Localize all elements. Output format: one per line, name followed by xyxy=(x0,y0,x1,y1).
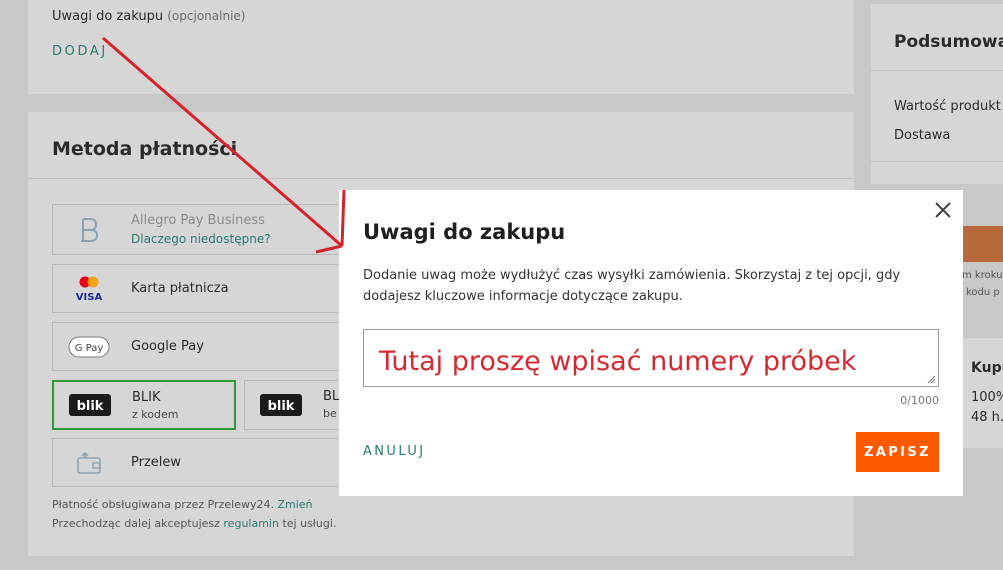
payment-option-sub: z kodem xyxy=(132,408,179,421)
summary-title: Podsumowa xyxy=(894,32,1003,52)
svg-text:G Pay: G Pay xyxy=(75,343,104,354)
allegro-pay-icon xyxy=(67,216,111,244)
divider xyxy=(28,178,854,179)
summary-card: Podsumowa Wartość produkt Dostawa xyxy=(871,4,1003,184)
divider xyxy=(871,161,1003,162)
summary-note-line1: m kroku xyxy=(962,270,1003,281)
guarantee-title: Kupu xyxy=(971,360,1003,376)
summary-products-value: Wartość produkt xyxy=(894,99,1001,114)
why-unavailable-link[interactable]: Dlaczego niedostępne? xyxy=(131,232,271,246)
summary-note-line2: kodu p xyxy=(966,287,1000,298)
guarantee-line2: 48 h. xyxy=(971,410,1003,425)
char-counter: 0/1000 xyxy=(900,394,939,407)
wallet-icon xyxy=(67,449,111,477)
payment-option-sub: be xyxy=(323,407,337,420)
save-button[interactable]: ZAPISZ xyxy=(856,432,939,472)
cancel-button[interactable]: ANULUJ xyxy=(363,444,425,459)
payment-option-label: Allegro Pay Business xyxy=(131,213,265,228)
notes-card: Uwagi do zakupu (opcjonalnie) DODAJ xyxy=(28,0,854,94)
notes-textarea-value: Tutaj proszę wpisać numery próbek xyxy=(379,346,857,377)
payment-provider-note: Płatność obsługiwana przez Przelewy24. Z… xyxy=(52,498,313,511)
terms-link[interactable]: regulamin xyxy=(223,517,279,530)
notes-dialog: Uwagi do zakupu Dodanie uwag może wydłuż… xyxy=(339,190,963,496)
notes-label: Uwagi do zakupu (opcjonalnie) xyxy=(52,9,246,24)
payment-option-label: Przelew xyxy=(131,455,182,470)
dialog-title: Uwagi do zakupu xyxy=(363,220,566,244)
notes-textarea[interactable]: Tutaj proszę wpisać numery próbek xyxy=(363,329,939,387)
divider xyxy=(871,70,1003,71)
svg-text:blik: blik xyxy=(77,399,104,414)
guarantee-card: Kupu 100% 48 h. xyxy=(963,338,1003,448)
svg-text:VISA: VISA xyxy=(76,292,103,303)
payment-option-label: BL xyxy=(323,389,340,404)
svg-text:blik: blik xyxy=(268,399,295,414)
blik-icon: blik xyxy=(68,391,112,419)
blik-icon: blik xyxy=(259,391,303,419)
payment-option-label: BLIK xyxy=(132,390,161,405)
summary-delivery: Dostawa xyxy=(894,128,951,143)
google-pay-icon: G Pay xyxy=(67,333,111,361)
terms-note: Przechodząc dalej akceptujesz regulamin … xyxy=(52,517,337,530)
close-icon[interactable] xyxy=(933,200,953,220)
guarantee-line1: 100% xyxy=(971,390,1003,405)
payment-option-label: Google Pay xyxy=(131,339,204,354)
payment-option-blik-code[interactable]: blik BLIK z kodem xyxy=(52,380,236,430)
resize-handle-icon[interactable] xyxy=(926,374,936,384)
dialog-description: Dodanie uwag może wydłużyć czas wysyłki … xyxy=(363,268,901,304)
mastercard-visa-icon: VISA xyxy=(67,275,111,303)
change-provider-link[interactable]: Zmień xyxy=(277,498,312,511)
notes-optional-hint: (opcjonalnie) xyxy=(167,9,246,23)
add-notes-link[interactable]: DODAJ xyxy=(52,44,108,59)
payment-method-title: Metoda płatności xyxy=(52,138,238,160)
payment-option-label: Karta płatnicza xyxy=(131,281,229,296)
checkout-button[interactable] xyxy=(963,226,1003,262)
